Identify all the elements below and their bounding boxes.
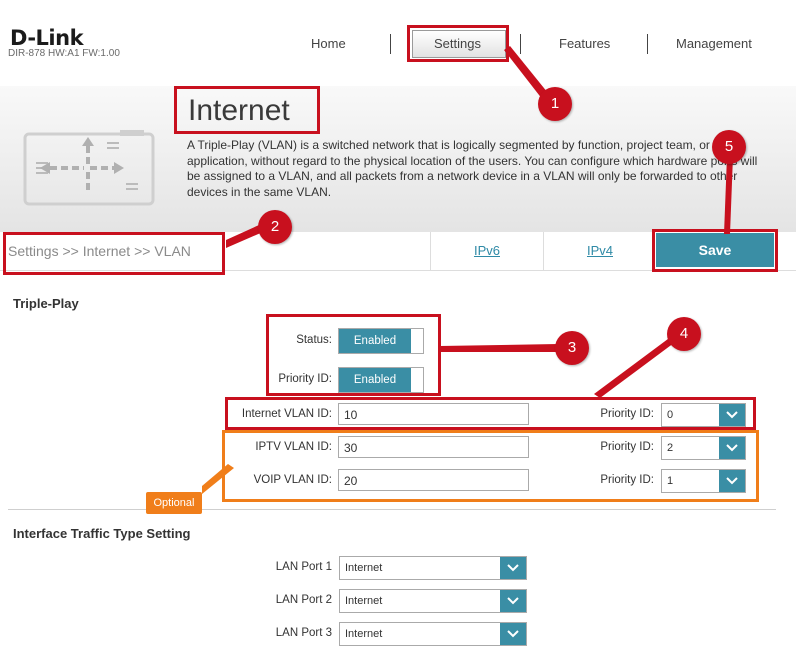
callout-badge-3: 3 (555, 331, 589, 365)
callout-box-internet-vlan (225, 397, 756, 430)
callout-badge-4: 4 (667, 317, 701, 351)
callout-box-settings (407, 25, 509, 62)
callout-box-title (174, 86, 320, 134)
callout-box-breadcrumb (3, 232, 225, 275)
callout-badge-1: 1 (538, 87, 572, 121)
callout-badge-5: 5 (712, 130, 746, 164)
callout-box-save (652, 229, 778, 272)
callout-box-status (266, 314, 441, 396)
callout-badge-2: 2 (258, 210, 292, 244)
callout-box-optional (222, 430, 759, 502)
optional-tag: Optional (146, 492, 202, 514)
